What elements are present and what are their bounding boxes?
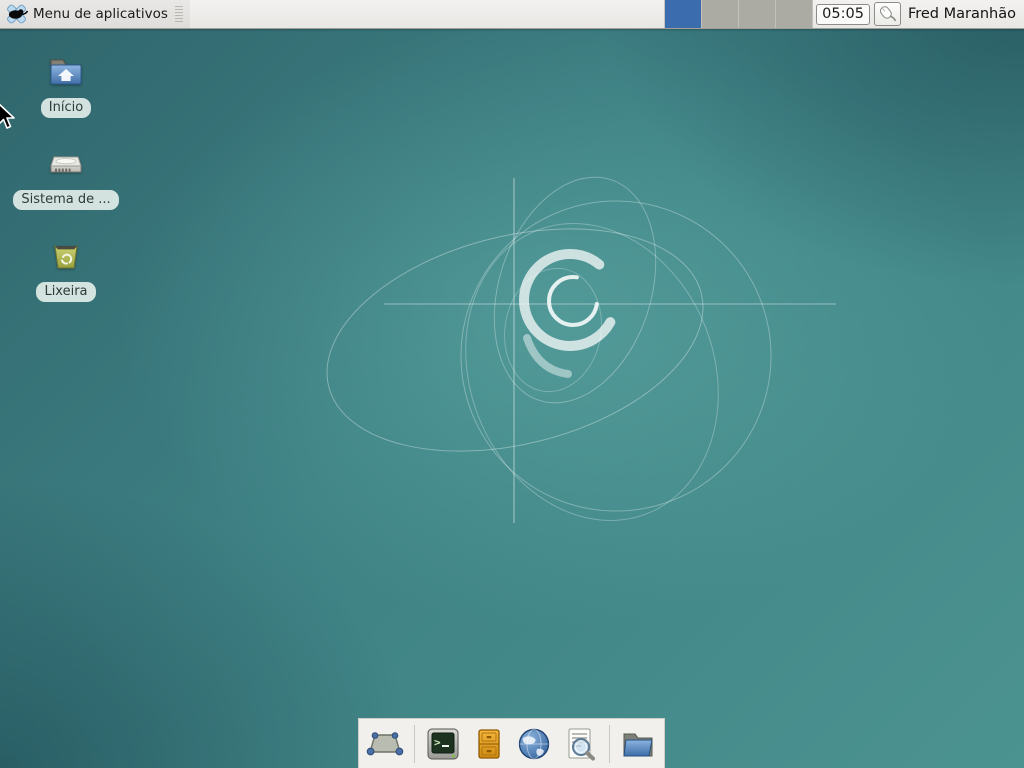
terminal-icon: > [424,725,462,763]
globe-icon [515,725,553,763]
user-name: Fred Maranhão [902,0,1024,28]
file-manager-launcher-button[interactable] [469,723,509,765]
workspace-4[interactable] [776,0,813,28]
task-list-area [190,0,664,28]
xfce-mouse-logo-icon [5,3,28,25]
document-magnifier-icon [561,725,599,763]
workspace-1[interactable] [665,0,702,28]
open-folder-icon [619,725,657,763]
desktop-icon-trash[interactable]: Lixeira [16,236,116,302]
mouse-indicator-button[interactable] [874,2,901,26]
show-desktop-button[interactable] [365,723,405,765]
mouse-indicator-icon [877,4,897,24]
clock: 05:05 [816,4,870,25]
desktop-icon-label: Início [41,98,91,118]
terminal-launcher-button[interactable]: > [423,723,463,765]
filesystem-drive-icon [46,144,86,184]
desktop-background [0,0,1024,768]
workspace-switcher[interactable] [664,0,813,28]
home-folder-icon [46,52,86,92]
desktop-icon-filesystem[interactable]: Sistema de ... [16,144,116,210]
desktop-icon-list: Início Sistema de ... [16,52,116,302]
desktop-icon-home[interactable]: Início [16,52,116,118]
web-browser-launcher-button[interactable] [515,723,555,765]
workspace-2[interactable] [702,0,739,28]
trash-icon [46,236,86,276]
applications-menu-button[interactable]: Menu de aplicativos [0,0,190,28]
application-finder-launcher-button[interactable] [560,723,600,765]
clock-plugin: 05:05 [813,0,873,28]
dock-separator [609,725,610,763]
workspace-3[interactable] [739,0,776,28]
dock-separator [414,725,415,763]
applications-menu-label: Menu de aplicativos [33,6,168,22]
directory-menu-button[interactable] [618,723,658,765]
top-panel: Menu de aplicativos 05:05 Fred Maranhão [0,0,1024,29]
debian-swirl-wallpaper-art [0,0,1024,768]
bottom-dock-panel: > [358,718,665,768]
file-cabinet-icon [470,725,508,763]
desktop-icon-label: Lixeira [36,282,95,302]
show-desktop-icon [366,725,404,763]
svg-text:>: > [434,736,441,749]
panel-handle [175,6,183,22]
desktop-icon-label: Sistema de ... [13,190,118,210]
